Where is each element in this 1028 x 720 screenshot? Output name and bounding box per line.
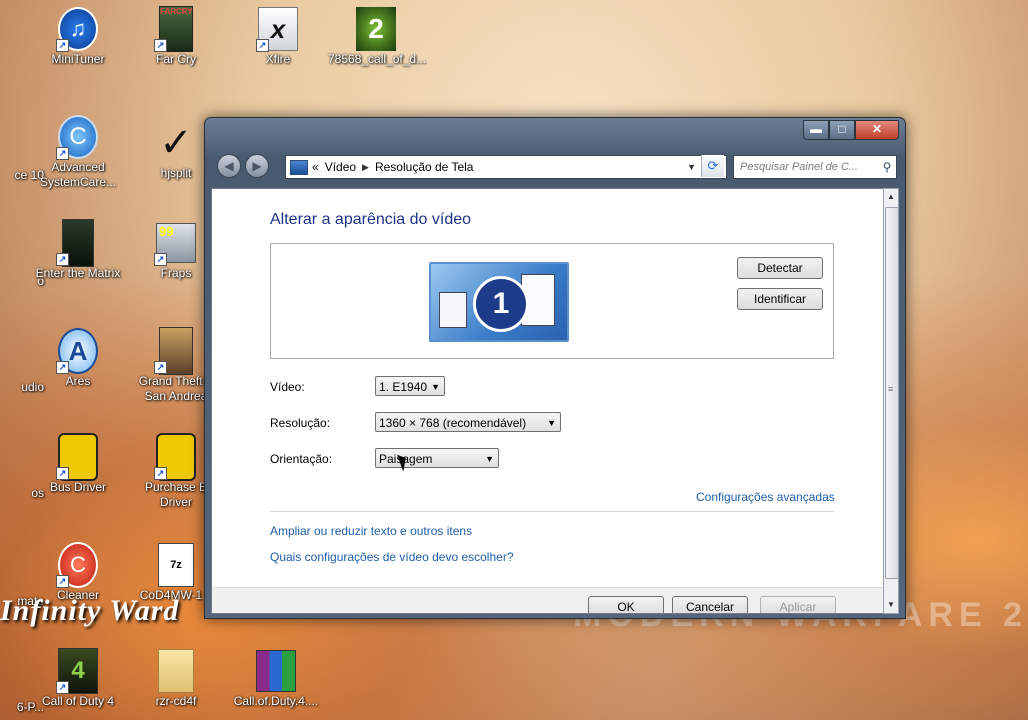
arrow-right-icon: ▶ [252,159,262,173]
ccleaner-icon: C ↗ [56,542,98,588]
advanced-settings-link[interactable]: Configurações avançadas [696,490,835,504]
refresh-icon: ⟳ [707,158,719,173]
desktop-icon-rzr-folder[interactable]: rzr-cd4f [128,648,224,709]
arrow-left-icon: ◀ [224,159,234,173]
farcry-icon: FARCRY ↗ [154,6,196,52]
address-bar[interactable]: « Vídeo ▶ Resolução de Tela ▼ [285,155,727,179]
7z-icon: 7z [156,542,196,588]
scroll-down-icon[interactable]: ▼ [884,597,898,613]
orientation-label: Orientação: [270,452,333,466]
text-size-link[interactable]: Ampliar ou reduzir texto e outros itens [270,524,472,538]
cod4-icon: 4 ↗ [56,648,98,694]
wallpaper-logo-infinity-ward: Infinity Ward [0,594,180,627]
content-pane: Alterar a aparência do vídeo 1 Detectar … [211,188,885,614]
chevron-down-icon: ▼ [547,418,556,428]
video-select-value: 1. E1940 [379,380,428,394]
folder-icon [156,648,196,694]
breadcrumb-separator-icon: ▶ [362,161,369,172]
cancel-button[interactable]: Cancelar [672,596,748,613]
monitor-number: 1 [473,276,529,332]
desktop-icon-cod4[interactable]: 4 ↗ Call of Duty 4 [30,648,126,709]
display-settings-window: ▬ □ ✕ ◀ ▶ « Vídeo ▶ Resolução de Tela ▼ … [204,117,906,619]
maximize-button[interactable]: □ [829,120,855,140]
video-select[interactable]: 1. E1940 ▼ [375,376,445,396]
bus-icon: ↗ [154,433,196,481]
bus-icon: ↗ [56,433,98,481]
checkmark-icon: ✓ [159,121,193,165]
desktop-icon-xfire[interactable]: x ↗ Xfire [230,6,326,67]
resolution-label: Resolução: [270,416,331,430]
resolution-select[interactable]: 1360 × 768 (recomendável) ▼ [375,412,561,432]
app-icon [0,122,16,168]
app-icon [0,440,16,486]
monitor-arrangement-box: 1 Detectar Identificar [270,243,834,359]
matrix-icon: ↗ [56,219,98,267]
search-box[interactable]: Pesquisar Painel de C... ⚲ [733,155,897,179]
forward-button[interactable]: ▶ [245,154,269,178]
monitor-window-icon [439,292,467,328]
video-label: Vídeo: [270,380,305,394]
systemcare-icon: C ↗ [56,114,98,160]
apply-button[interactable]: Aplicar [760,596,836,613]
button-bar: OK Cancelar Aplicar [212,587,884,613]
search-icon[interactable]: ⚲ [878,160,896,174]
detect-button[interactable]: Detectar [737,257,823,279]
desktop-icon-minituner[interactable]: ♫ ↗ MiniTuner [30,6,126,67]
chevron-down-icon: ▼ [431,382,440,392]
desktop-icon-ares[interactable]: A ↗ Ares [30,328,126,389]
mw2-icon: 2 [356,6,396,52]
desktop-icon-farcry[interactable]: FARCRY ↗ Far Cry [128,6,224,67]
desktop-icon-cod4-rar[interactable]: Call.of.Duty.4.... [228,648,324,709]
app-icon [0,654,16,700]
xfire-icon: x ↗ [256,6,298,52]
divider [270,511,834,512]
fraps-icon: 99 ↗ [154,220,196,266]
navigation-bar: ◀ ▶ « Vídeo ▶ Resolução de Tela ▼ ⟳ Pesq… [205,150,905,184]
breadcrumb-resolution[interactable]: Resolução de Tela [375,160,474,174]
close-button[interactable]: ✕ [855,120,899,140]
identify-button[interactable]: Identificar [737,288,823,310]
app-icon [0,548,16,594]
app-icon [0,334,16,380]
address-overflow[interactable]: « [312,160,319,174]
page-title: Alterar a aparência do vídeo [270,211,472,228]
display-help-link[interactable]: Quais configurações de vídeo devo escolh… [270,550,514,564]
window-controls: ▬ □ ✕ [803,120,899,140]
app-icon [0,228,16,274]
gta-icon: ↗ [154,327,196,375]
desktop-icon-busdriver[interactable]: ↗ Bus Driver [30,433,126,495]
refresh-button[interactable]: ⟳ [701,155,724,177]
ares-icon: A ↗ [56,328,98,374]
minimize-button[interactable]: ▬ [803,120,829,140]
control-panel-icon [290,159,308,175]
monitor-1-thumbnail[interactable]: 1 [429,262,569,342]
resolution-select-value: 1360 × 768 (recomendável) [379,416,527,430]
headphones-icon: ♫ ↗ [56,6,98,52]
vertical-scrollbar[interactable]: ▲ ≡ ▼ [883,188,899,614]
search-input[interactable]: Pesquisar Painel de C... [734,161,878,173]
desktop-icon-mw2[interactable]: 2 78568_call_of_d... [328,6,426,67]
breadcrumb-video[interactable]: Vídeo [325,160,356,174]
desktop-icon-matrix[interactable]: ↗ Enter the Matrix [30,219,126,281]
desktop-icon-systemcare[interactable]: C ↗ Advanced SystemCare... [30,114,126,190]
scroll-grip-icon: ≡ [888,384,894,394]
winrar-icon [256,648,296,694]
back-button[interactable]: ◀ [217,154,241,178]
ok-button[interactable]: OK [588,596,664,613]
chevron-down-icon: ▼ [485,454,494,464]
address-dropdown-icon[interactable]: ▼ [687,162,696,172]
scroll-up-icon[interactable]: ▲ [884,189,898,205]
orientation-select[interactable]: Paisagem ▼ [375,448,499,468]
